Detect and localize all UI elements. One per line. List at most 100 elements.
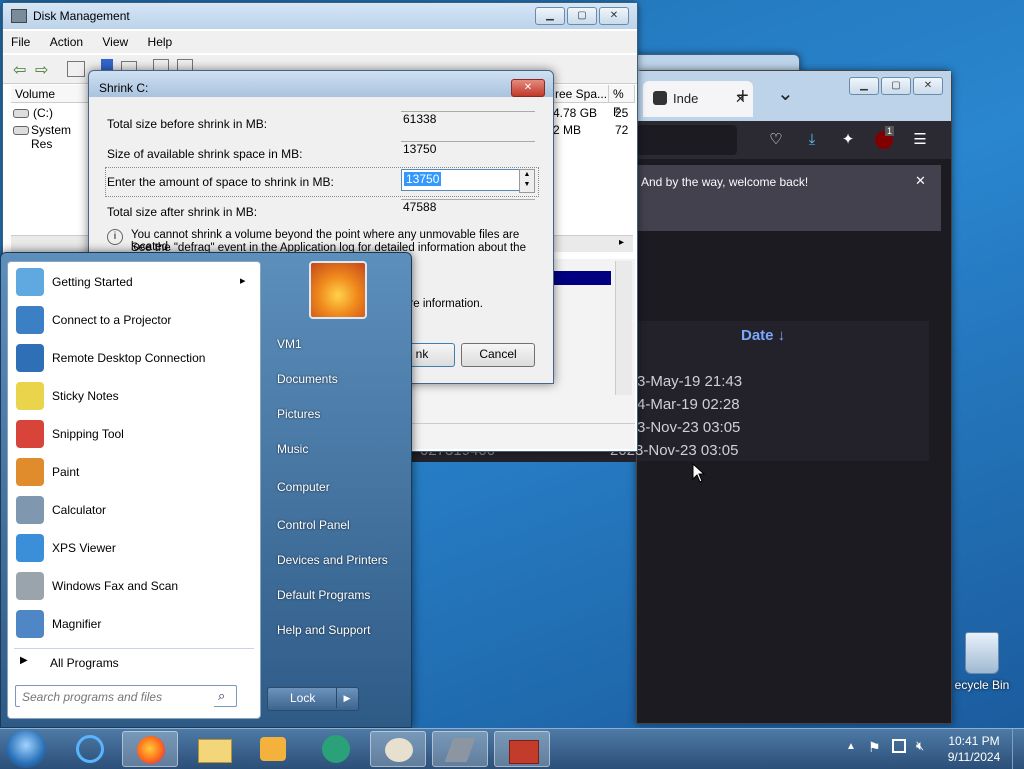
taskbar-app[interactable]: [308, 731, 364, 767]
pocket-icon[interactable]: ♡: [767, 131, 785, 149]
browser-toolbar: ♡ ⤓ ✦ 1 ☰: [637, 121, 951, 159]
shrink-amount-input[interactable]: 13750: [401, 169, 523, 191]
start-right-music[interactable]: Music: [277, 442, 308, 456]
lock-options-arrow-icon[interactable]: ▶: [336, 688, 357, 708]
total-after-label: Total size after shrink in MB:: [107, 205, 258, 219]
shrink-dialog-titlebar[interactable]: Shrink C: ✕: [89, 71, 553, 97]
lock-button[interactable]: Lock ▶: [267, 687, 359, 711]
cancel-button[interactable]: Cancel: [461, 343, 535, 367]
start-search-input[interactable]: [20, 687, 214, 707]
console-tree-icon[interactable]: [67, 61, 85, 77]
program-snipping-tool[interactable]: Snipping Tool: [8, 416, 260, 452]
volume-column-header[interactable]: Volume: [11, 85, 91, 103]
taskbar-paint[interactable]: [370, 731, 426, 767]
menu-file[interactable]: File: [3, 31, 38, 53]
start-right-devices-printers[interactable]: Devices and Printers: [277, 553, 388, 567]
program-label: Snipping Tool: [52, 427, 124, 441]
url-bar[interactable]: [637, 125, 737, 155]
browser-close-button[interactable]: ✕: [913, 77, 943, 95]
date-column-header[interactable]: Date ↓: [741, 327, 785, 344]
start-right-default-programs[interactable]: Default Programs: [277, 588, 370, 602]
menu-icon[interactable]: ☰: [911, 131, 929, 149]
status-bar: [411, 423, 635, 446]
search-icon[interactable]: ⌕: [218, 688, 225, 704]
user-picture[interactable]: [309, 261, 367, 319]
show-desktop-button[interactable]: [1012, 729, 1024, 769]
table-row-date: 4-Mar-19 02:28: [637, 396, 740, 413]
program-magnifier[interactable]: Magnifier: [8, 606, 260, 642]
all-programs-item[interactable]: ▶ All Programs: [8, 652, 260, 674]
browser-minimize-button[interactable]: ▁: [849, 77, 879, 95]
program-label: Magnifier: [52, 617, 102, 631]
taskbar-firefox[interactable]: [122, 731, 178, 767]
program-paint[interactable]: Paint: [8, 454, 260, 490]
network-icon[interactable]: [892, 739, 906, 753]
xps-viewer-icon: [16, 534, 44, 562]
program-fax-and-scan[interactable]: Windows Fax and Scan: [8, 568, 260, 604]
scroll-right-arrow-icon[interactable]: ▸: [619, 237, 624, 248]
disk-management-titlebar[interactable]: Disk Management ▁ ▢ ✕: [3, 3, 637, 29]
welcome-notice-close-icon[interactable]: ✕: [915, 173, 926, 189]
program-xps-viewer[interactable]: XPS Viewer: [8, 530, 260, 566]
available-space-value: 13750: [401, 141, 535, 161]
show-hidden-icons-icon[interactable]: ▲: [846, 741, 856, 752]
menu-action[interactable]: Action: [42, 31, 91, 53]
taskbar-internet-explorer[interactable]: [62, 731, 118, 767]
browser-maximize-button[interactable]: ▢: [881, 77, 911, 95]
program-remote-desktop[interactable]: Remote Desktop Connection: [8, 340, 260, 376]
start-button[interactable]: [6, 730, 46, 768]
taskbar-computer-management[interactable]: [494, 731, 550, 767]
disk-partition-bar[interactable]: [553, 271, 611, 285]
shrink-dialog-close-button[interactable]: ✕: [511, 79, 545, 97]
recycle-bin-label: ecycle Bin: [954, 678, 1010, 692]
shrink-amount-value: 13750: [404, 172, 442, 186]
start-right-documents[interactable]: Documents: [277, 372, 338, 386]
back-arrow-icon[interactable]: ⇦: [13, 60, 26, 80]
extensions-icon[interactable]: ✦: [839, 131, 857, 149]
new-tab-button[interactable]: +: [737, 85, 749, 108]
program-getting-started[interactable]: Getting Started ▸: [8, 264, 260, 300]
start-right-control-panel[interactable]: Control Panel: [277, 518, 350, 532]
taskbar-media-player[interactable]: [246, 731, 302, 767]
action-center-flag-icon[interactable]: ⚑: [868, 739, 881, 756]
disk-menubar: File Action View Help: [3, 31, 637, 53]
program-label: XPS Viewer: [52, 541, 116, 555]
free-space-column-header[interactable]: ree Spa...: [551, 85, 609, 103]
tray-clock[interactable]: 10:41 PM 9/11/2024: [940, 733, 1008, 765]
disk-close-button[interactable]: ✕: [599, 7, 629, 25]
menu-view[interactable]: View: [94, 31, 136, 53]
browser-window[interactable]: Inde ✕ + ⌄ ▁ ▢ ✕ ♡ ⤓ ✦ 1 ☰ And by the wa…: [636, 70, 952, 724]
disk-maximize-button[interactable]: ▢: [567, 7, 597, 25]
taskbar-disk-tool[interactable]: [432, 731, 488, 767]
volume-muted-icon[interactable]: 🔇︎: [916, 738, 924, 754]
percent-free-column-header[interactable]: % F: [609, 85, 635, 119]
start-right-help-support[interactable]: Help and Support: [277, 623, 370, 637]
forward-arrow-icon[interactable]: ⇨: [35, 60, 48, 80]
taskbar: ▲ ⚑ 🔇︎ 10:41 PM 9/11/2024: [0, 728, 1024, 769]
downloads-icon[interactable]: ⤓: [803, 131, 821, 149]
tab-title: Inde: [673, 91, 699, 106]
program-connect-to-projector[interactable]: Connect to a Projector: [8, 302, 260, 338]
start-menu-programs-pane: Getting Started ▸ Connect to a Projector…: [7, 261, 261, 719]
recycle-bin-shortcut[interactable]: ecycle Bin: [952, 632, 1012, 692]
start-right-user[interactable]: VM1: [277, 337, 302, 351]
volume-row[interactable]: (C:): [11, 105, 91, 121]
tab-list-button[interactable]: ⌄: [777, 81, 794, 106]
start-search-box[interactable]: ⌕: [15, 685, 237, 707]
disk-minimize-button[interactable]: ▁: [535, 7, 565, 25]
taskbar-explorer[interactable]: [186, 731, 242, 767]
program-label: Remote Desktop Connection: [52, 351, 206, 365]
tab-favicon-icon: [653, 91, 667, 105]
submenu-arrow-icon: ▸: [240, 275, 246, 287]
start-right-computer[interactable]: Computer: [277, 480, 330, 494]
all-programs-arrow-icon: ▶: [20, 655, 28, 666]
program-sticky-notes[interactable]: Sticky Notes: [8, 378, 260, 414]
all-programs-divider: [14, 648, 254, 649]
vertical-scrollbar[interactable]: [615, 261, 632, 395]
volume-row[interactable]: System Res: [11, 122, 91, 151]
program-calculator[interactable]: Calculator: [8, 492, 260, 528]
start-right-pictures[interactable]: Pictures: [277, 407, 320, 421]
projector-icon: [16, 306, 44, 334]
shrink-amount-spinner[interactable]: ▲ ▼: [519, 169, 535, 193]
menu-help[interactable]: Help: [140, 31, 181, 53]
